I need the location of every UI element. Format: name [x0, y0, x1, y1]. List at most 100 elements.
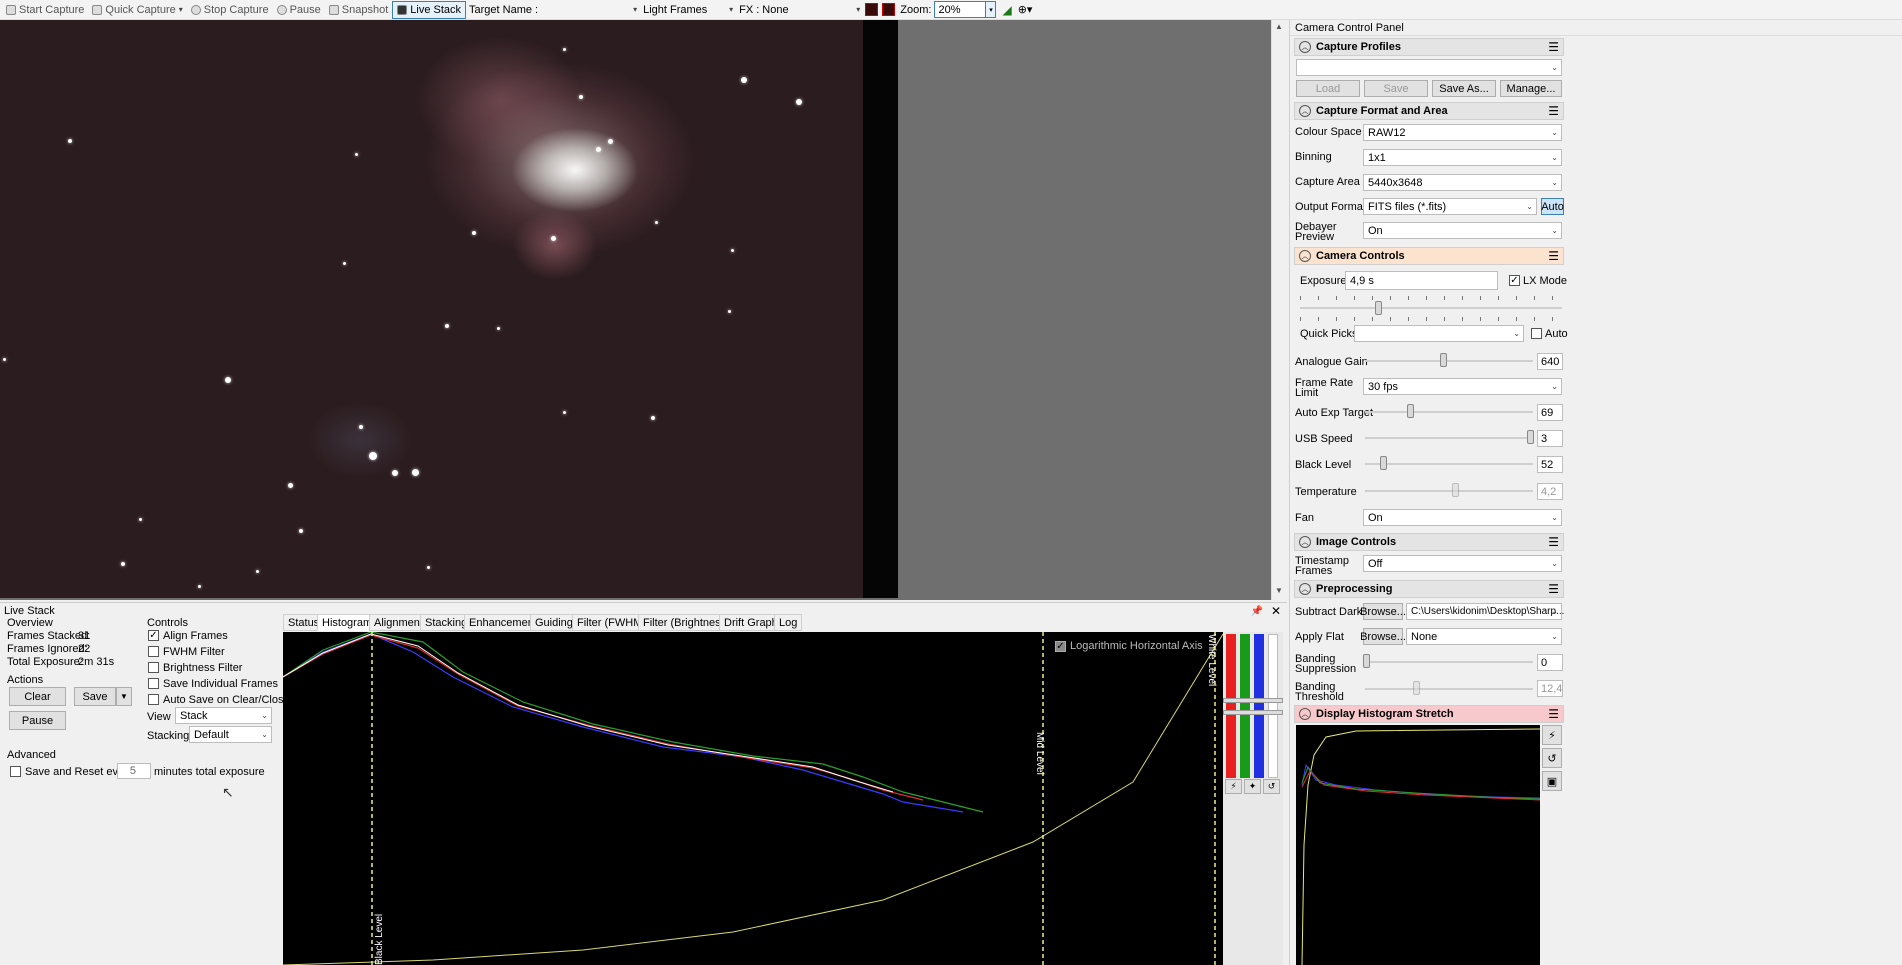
stacking-select[interactable]: Default ⌄ [189, 726, 272, 743]
black-level-input[interactable]: 52 [1537, 456, 1563, 473]
level-handle-lower[interactable] [1223, 710, 1283, 715]
luminance-level-bar[interactable] [1268, 634, 1278, 778]
save-reset-checkbox[interactable] [10, 766, 21, 777]
capture-profiles-header[interactable]: ︿ Capture Profiles ☰ [1294, 38, 1564, 56]
snapshot-button[interactable]: Snapshot [325, 1, 392, 19]
capture-format-header[interactable]: ︿ Capture Format and Area ☰ [1294, 102, 1564, 120]
exposure-slider-track[interactable] [1300, 307, 1562, 309]
white-level-marker[interactable]: White Level [1206, 634, 1217, 686]
channel-level-sliders[interactable]: ⚡ ✦ ↺ [1223, 632, 1283, 965]
save-reset-input[interactable]: 5 [117, 763, 151, 779]
quick-picks-select[interactable]: ⌄ [1354, 325, 1524, 342]
view-select[interactable]: Stack ⌄ [175, 707, 272, 724]
clear-button[interactable]: Clear [9, 687, 66, 706]
save-icon[interactable]: ▣ [1542, 771, 1562, 791]
binning-select[interactable]: 1x1 ⌄ [1363, 149, 1562, 166]
banding-suppression-input[interactable]: 0 [1537, 654, 1563, 671]
exposure-slider-thumb[interactable] [1375, 301, 1382, 315]
brightness-filter-checkbox[interactable] [148, 662, 159, 673]
reticle-icon[interactable] [865, 3, 879, 16]
fwhm-filter-checkbox[interactable] [148, 646, 159, 657]
usb-speed-input[interactable]: 3 [1537, 430, 1563, 447]
blue-level-bar[interactable] [1254, 634, 1264, 778]
viewport-scrollbar[interactable]: ▲ ▼ [1271, 20, 1287, 600]
timestamp-select[interactable]: Off ⌄ [1363, 555, 1562, 572]
overlay-icon[interactable] [882, 3, 896, 16]
dark-path-select[interactable]: C:\Users\kidonim\Desktop\Sharp... ⌄ [1406, 603, 1564, 620]
start-capture-button[interactable]: Start Capture [2, 1, 88, 19]
stack-histogram-plot[interactable]: ✓ Logarithmic Horizontal Axis Black Leve… [283, 632, 1223, 965]
colour-space-select[interactable]: RAW12 ⌄ [1363, 124, 1562, 141]
display-histogram-header[interactable]: ︿ Display Histogram Stretch ☰ [1294, 705, 1564, 723]
analogue-gain-input[interactable]: 640 [1537, 353, 1563, 370]
zoom-dropdown-button[interactable]: ▾ [986, 1, 997, 18]
analogue-gain-slider-thumb[interactable] [1440, 353, 1447, 367]
flat-select[interactable]: None ⌄ [1406, 628, 1562, 645]
analogue-gain-slider-track[interactable] [1365, 360, 1533, 362]
menu-icon[interactable]: ☰ [1548, 40, 1559, 54]
fx-select[interactable]: None ▾ [759, 2, 863, 18]
reset-levels-icon[interactable]: ↺ [1263, 779, 1280, 794]
save-as-profile-button[interactable]: Save As... [1432, 80, 1496, 97]
stop-capture-button[interactable]: Stop Capture [187, 1, 273, 19]
menu-icon[interactable]: ☰ [1548, 582, 1559, 596]
black-level-marker[interactable]: Black Level [374, 914, 385, 965]
banding-suppression-slider-thumb[interactable] [1363, 654, 1370, 668]
black-level-slider-thumb[interactable] [1380, 456, 1387, 470]
pin-icon[interactable]: 📌 [1250, 606, 1262, 617]
exposure-input[interactable]: 4,9 s [1345, 271, 1498, 290]
mid-level-marker[interactable]: Mid Level [1034, 732, 1045, 775]
load-profile-button[interactable]: Load [1296, 80, 1360, 97]
debayer-select[interactable]: On ⌄ [1363, 222, 1562, 239]
capture-area-select[interactable]: 5440x3648 ⌄ [1363, 174, 1562, 191]
save-individual-checkbox[interactable] [148, 678, 159, 689]
menu-icon[interactable]: ☰ [1548, 104, 1559, 118]
frame-type-select[interactable]: Light Frames ▾ [640, 2, 736, 18]
auto-level-icon[interactable]: ⚡ [1225, 779, 1242, 794]
preprocessing-header[interactable]: ︿ Preprocessing ☰ [1294, 580, 1564, 598]
lx-mode-checkbox[interactable]: ✓ [1509, 275, 1520, 286]
frame-rate-select[interactable]: 30 fps ⌄ [1363, 378, 1562, 395]
log-axis-toggle[interactable]: ✓ Logarithmic Horizontal Axis [1055, 640, 1203, 652]
reset-icon[interactable]: ↺ [1542, 748, 1562, 768]
auto-save-checkbox[interactable] [148, 694, 159, 705]
usb-speed-slider-thumb[interactable] [1527, 430, 1534, 444]
zoom-tool-icon[interactable]: ⊕▾ [1018, 3, 1033, 16]
target-name-combo[interactable]: ▾ [540, 2, 640, 18]
save-profile-button[interactable]: Save [1364, 80, 1428, 97]
save-stack-button[interactable]: Save [74, 687, 116, 706]
auto-exp-slider-track[interactable] [1365, 411, 1533, 413]
sparkle-icon[interactable]: ✦ [1244, 779, 1261, 794]
display-histogram-plot[interactable] [1296, 725, 1540, 965]
image-viewport[interactable] [0, 20, 1287, 600]
menu-icon[interactable]: ☰ [1548, 249, 1559, 263]
usb-speed-slider-track[interactable] [1365, 437, 1533, 439]
tab-guiding[interactable]: Guiding [530, 614, 578, 631]
histogram-icon[interactable]: ◢ [1002, 3, 1011, 17]
zoom-input[interactable]: 20% [934, 1, 987, 18]
auto-exp-slider-thumb[interactable] [1407, 404, 1414, 418]
save-options-dropdown[interactable]: ▼ [116, 687, 132, 706]
quick-capture-button[interactable]: Quick Capture ▾ [88, 1, 186, 19]
align-frames-checkbox[interactable]: ✓ [148, 630, 159, 641]
level-handle-upper[interactable] [1223, 698, 1283, 703]
pause-stack-button[interactable]: Pause [9, 711, 66, 730]
auto-exp-input[interactable]: 69 [1537, 404, 1563, 421]
black-level-slider-track[interactable] [1365, 463, 1533, 465]
browse-flat-button[interactable]: Browse... [1360, 628, 1406, 645]
banding-suppression-slider-track[interactable] [1365, 661, 1533, 663]
browse-dark-button[interactable]: Browse... [1360, 603, 1406, 620]
log-axis-checkbox[interactable]: ✓ [1055, 640, 1066, 652]
scroll-up-icon[interactable]: ▲ [1275, 22, 1283, 31]
manage-profiles-button[interactable]: Manage... [1500, 80, 1562, 97]
scroll-down-icon[interactable]: ▼ [1275, 586, 1283, 595]
tab-log[interactable]: Log [774, 614, 803, 631]
fan-select[interactable]: On ⌄ [1363, 509, 1562, 526]
live-stack-button[interactable]: Live Stack [392, 0, 467, 19]
menu-icon[interactable]: ☰ [1548, 535, 1559, 549]
auto-format-button[interactable]: Auto [1541, 198, 1564, 215]
quick-picks-auto-checkbox[interactable] [1531, 328, 1542, 339]
green-level-bar[interactable] [1240, 634, 1250, 778]
image-controls-header[interactable]: ︿ Image Controls ☰ [1294, 533, 1564, 551]
camera-controls-header[interactable]: ︿ Camera Controls ☰ [1294, 247, 1564, 265]
